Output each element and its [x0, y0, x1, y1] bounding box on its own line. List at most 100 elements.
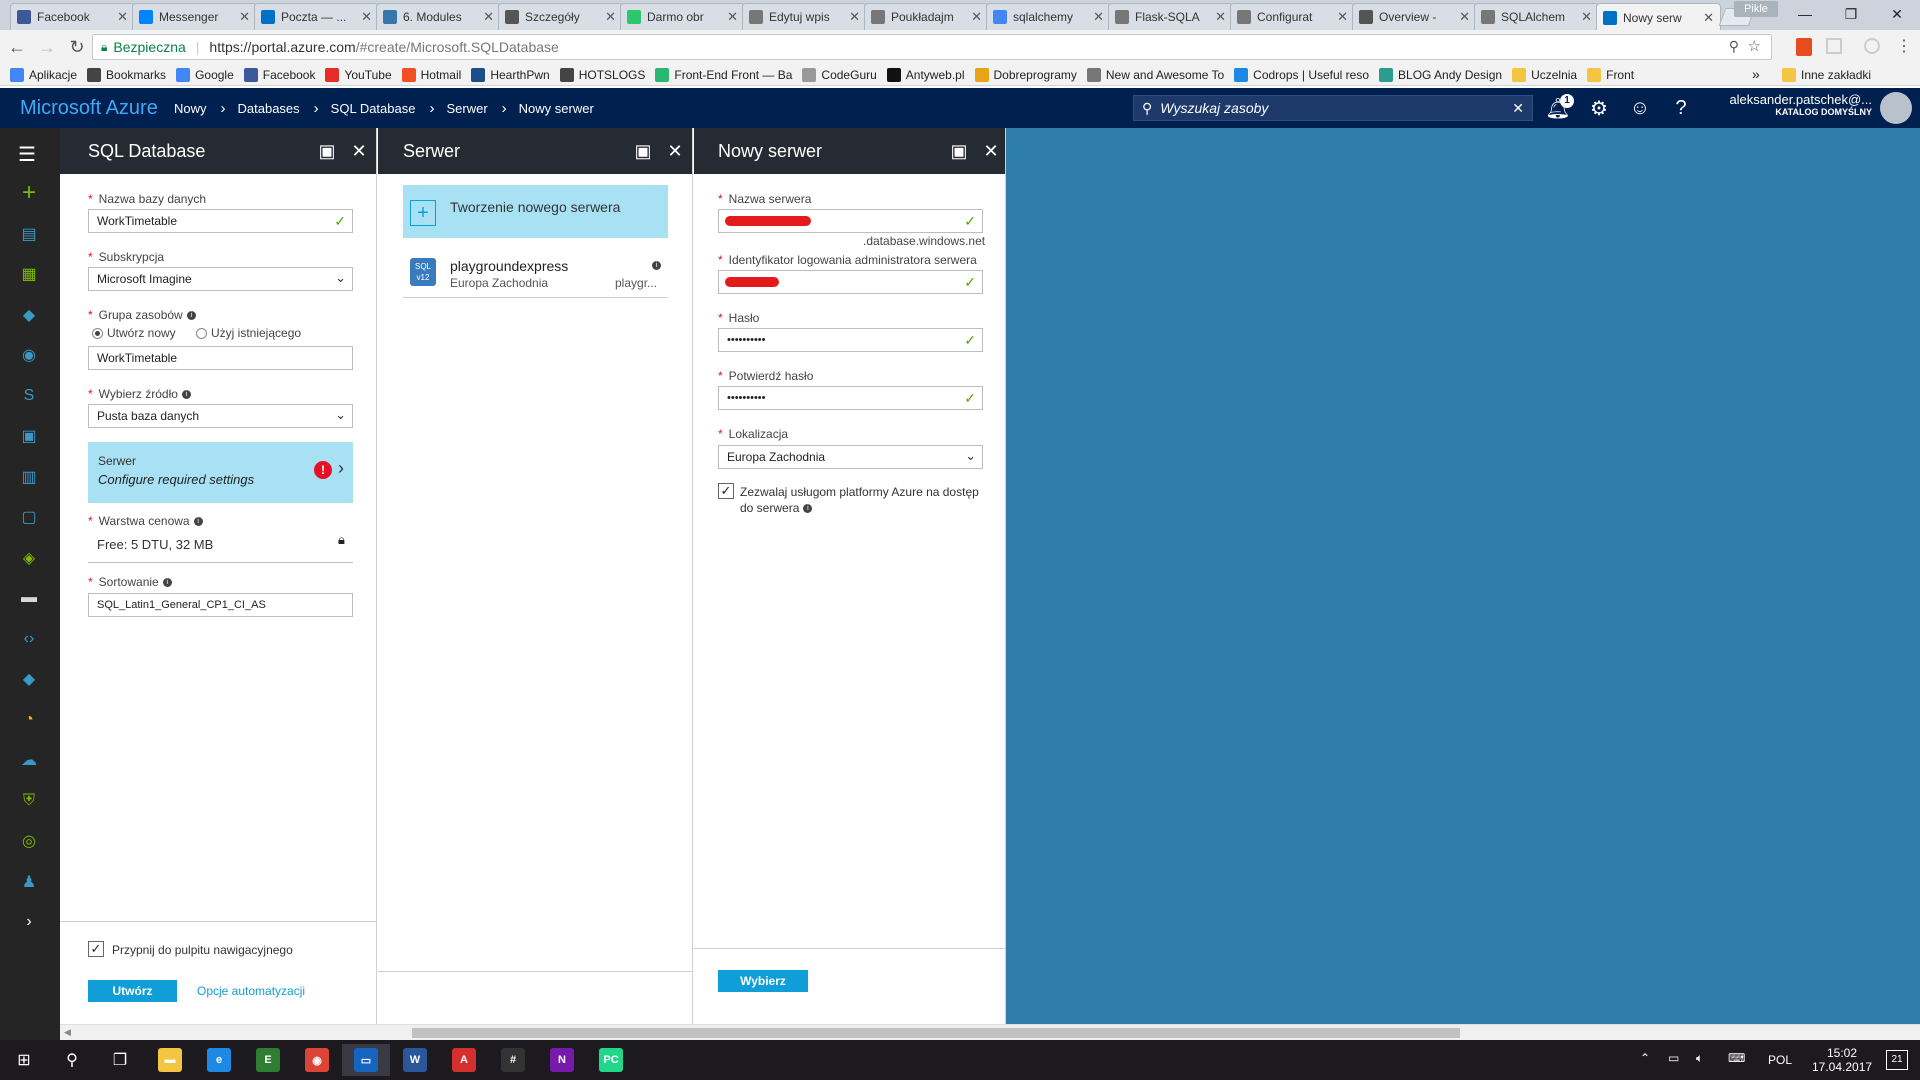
browser-tab[interactable]: Edytuj wpis ✕ [742, 3, 867, 30]
info-icon[interactable]: i [803, 504, 813, 514]
bookmark-item[interactable]: Bookmarks [87, 67, 166, 82]
bookmark-item[interactable]: Facebook [243, 67, 315, 82]
network-icon[interactable]: ▭ [1668, 1051, 1679, 1065]
bookmark-item[interactable]: BLOG Andy Design [1379, 67, 1502, 82]
browser-tab[interactable]: Poczta — ... ✕ [254, 3, 379, 30]
windows-start-icon[interactable]: ⊞ [0, 1044, 48, 1076]
advisor-icon[interactable]: ☁ [18, 749, 40, 771]
action-center-icon[interactable]: 21 [1886, 1050, 1908, 1070]
breadcrumb-nowy-serwer[interactable]: Nowy serwer [519, 101, 594, 116]
breadcrumb-serwer[interactable]: Serwer [446, 101, 487, 116]
cost-management-icon[interactable]: ◎ [18, 830, 40, 852]
minimize-window-icon[interactable]: — [1782, 0, 1828, 28]
source-select[interactable]: Pusta baza danych ⌄ [88, 404, 353, 428]
server-list-item[interactable]: SQL v12 playgroundexpress Europa Zachodni… [403, 246, 668, 298]
clear-search-icon[interactable]: ✕ [1512, 100, 1524, 117]
more-services-icon[interactable]: › [18, 911, 40, 933]
info-icon[interactable]: i [193, 517, 203, 527]
automation-options-link[interactable]: Opcje automatyzacji [197, 984, 305, 998]
pin-to-dashboard-checkbox[interactable]: ✓ [88, 941, 104, 957]
bookmark-item[interactable]: New and Awesome To [1086, 67, 1224, 82]
virtual-machines-classic-icon[interactable]: ▣ [18, 425, 40, 447]
bookmark-item[interactable]: Codrops | Useful reso [1234, 67, 1369, 82]
admin-login-input[interactable]: ✓ [718, 270, 983, 294]
sql-databases-icon[interactable]: S [18, 385, 40, 407]
clock[interactable]: 15:02 17.04.2017 [1812, 1046, 1872, 1074]
cloud-services-icon[interactable]: ▥ [18, 466, 40, 488]
reload-icon[interactable]: ↻ [64, 34, 90, 60]
allow-azure-services-checkbox[interactable]: ✓ [718, 483, 734, 499]
settings-gear-icon[interactable]: ⚙ [1581, 92, 1617, 124]
close-tab-icon[interactable]: ✕ [117, 9, 128, 25]
user-account[interactable]: aleksander.patschek@... KATALOG DOMYŚLNY [1722, 92, 1872, 117]
bookmark-star-icon[interactable]: ☆ [1748, 37, 1761, 55]
security-center-icon[interactable]: ⛨ [18, 790, 40, 812]
feedback-smiley-icon[interactable]: ☺ [1622, 92, 1658, 124]
browser-tab[interactable]: Nowy serw ✕ [1596, 3, 1721, 31]
close-tab-icon[interactable]: ✕ [727, 9, 738, 25]
extension-icon-2[interactable] [1864, 38, 1880, 54]
scrollbar-thumb[interactable] [412, 1028, 1460, 1038]
resource-search-input[interactable]: ⚲ Wyszukaj zasoby ✕ [1133, 95, 1533, 121]
forward-arrow-icon[interactable]: → [34, 34, 60, 60]
menu-dots-icon[interactable]: ⋮ [1896, 36, 1912, 56]
close-tab-icon[interactable]: ✕ [1337, 9, 1348, 25]
bookmark-item[interactable]: HearthPwn [471, 67, 550, 82]
browser-tab[interactable]: Configurat ✕ [1230, 3, 1355, 30]
pricing-tier-value[interactable]: Free: 5 DTU, 32 MB [97, 537, 213, 552]
breadcrumb-nowy[interactable]: Nowy [174, 101, 207, 116]
bookmark-item[interactable]: Front-End Front — Ba [655, 67, 792, 82]
subscription-select[interactable]: Microsoft Imagine ⌄ [88, 267, 353, 291]
close-blade-icon[interactable]: ✕ [347, 139, 371, 163]
rg-use-existing-radio[interactable]: Użyj istniejącego [196, 326, 301, 340]
back-arrow-icon[interactable]: ← [4, 34, 30, 60]
dashboard-icon[interactable]: ▤ [18, 223, 40, 245]
rg-create-new-radio[interactable]: Utwórz nowy [92, 326, 176, 340]
azure-brand[interactable]: Microsoft Azure [20, 97, 162, 120]
task-view-icon[interactable]: ❐ [96, 1044, 144, 1076]
create-button[interactable]: Utwórz [88, 980, 177, 1002]
maximize-blade-icon[interactable]: ▣ [315, 139, 339, 163]
browser-tab[interactable]: Flask-SQLA ✕ [1108, 3, 1233, 30]
url-input[interactable]: 🔒︎ Bezpieczna | https://portal.azure.com… [92, 34, 1772, 60]
info-icon[interactable]: i [186, 311, 196, 321]
close-tab-icon[interactable]: ✕ [1093, 9, 1104, 25]
virtual-networks-icon[interactable]: ‹› [18, 628, 40, 650]
calculator-app-icon[interactable]: E [244, 1044, 292, 1076]
pycharm-icon[interactable]: PC [587, 1044, 635, 1076]
password-input[interactable]: •••••••••• ✓ [718, 328, 983, 352]
virtual-machines-icon[interactable]: ▢ [18, 506, 40, 528]
select-button[interactable]: Wybierz [718, 970, 808, 992]
close-tab-icon[interactable]: ✕ [1459, 9, 1470, 25]
app-services-icon[interactable]: ◉ [18, 344, 40, 366]
bookmark-item[interactable]: Antyweb.pl [886, 67, 965, 82]
more-bookmarks-icon[interactable]: » [1752, 66, 1760, 82]
browser-tab[interactable]: Darmo obr ✕ [620, 3, 745, 30]
pin-icon[interactable]: ⚲ [1729, 38, 1739, 55]
server-selector[interactable]: Serwer Configure required settings ! › [88, 442, 353, 503]
bookmark-item[interactable]: Hotmail [401, 67, 461, 82]
bookmark-item[interactable]: CodeGuru [802, 67, 877, 82]
notifications-bell-icon[interactable]: 🔔︎ 1 [1540, 92, 1576, 124]
close-tab-icon[interactable]: ✕ [483, 9, 494, 25]
breadcrumb-databases[interactable]: Databases [238, 101, 300, 116]
confirm-password-input[interactable]: •••••••••• ✓ [718, 386, 983, 410]
restore-window-icon[interactable]: ❐ [1828, 0, 1874, 28]
bookmark-item[interactable]: Dobreprogramy [974, 67, 1077, 82]
word-icon[interactable]: W [391, 1044, 439, 1076]
acrobat-icon[interactable]: A [440, 1044, 488, 1076]
keyboard-icon[interactable]: ⌨ [1728, 1051, 1745, 1065]
storage-accounts-icon[interactable]: ▬ [18, 587, 40, 609]
close-tab-icon[interactable]: ✕ [849, 9, 860, 25]
close-window-icon[interactable]: ✕ [1874, 0, 1920, 28]
bookmark-item[interactable]: Uczelnia [1512, 67, 1577, 82]
collation-input[interactable]: SQL_Latin1_General_CP1_CI_AS [88, 593, 353, 617]
new-resource-icon[interactable]: + [18, 179, 40, 206]
browser-tab[interactable]: Szczegóły ✕ [498, 3, 623, 30]
bookmark-item[interactable]: HOTSLOGS [559, 67, 645, 82]
resource-groups-icon[interactable]: ◆ [18, 304, 40, 326]
bookmark-item[interactable]: YouTube [325, 67, 392, 82]
extension-icon[interactable] [1826, 38, 1842, 54]
all-resources-icon[interactable]: ▦ [18, 263, 40, 285]
browser-tab[interactable]: Overview - ✕ [1352, 3, 1477, 30]
